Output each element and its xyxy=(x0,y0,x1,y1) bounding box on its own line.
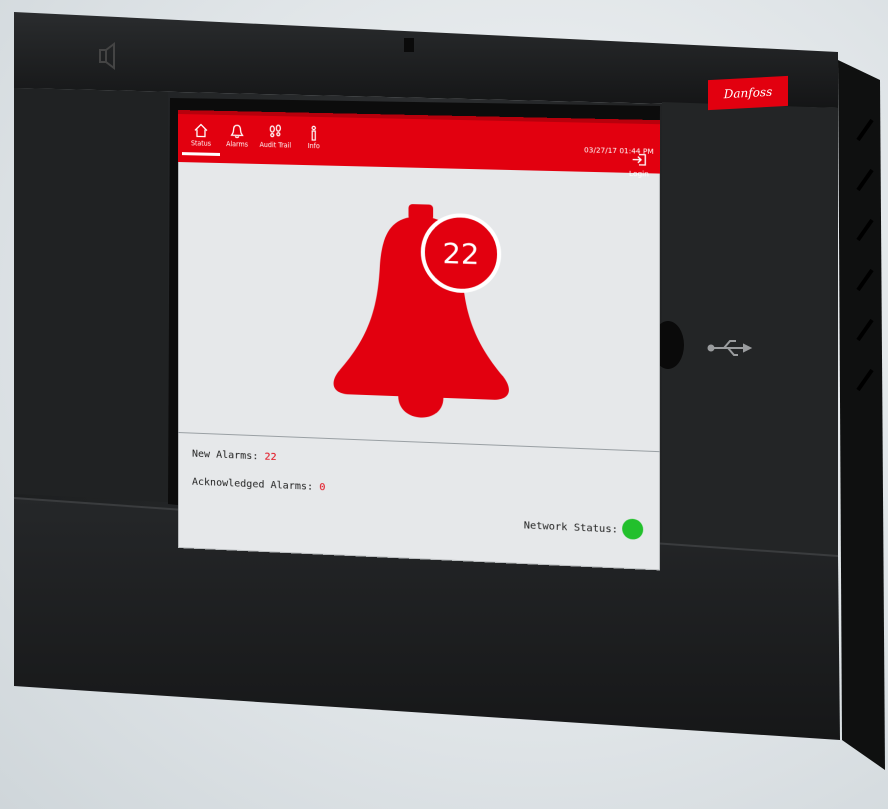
info-icon xyxy=(306,125,322,141)
acknowledged-alarms-row: Acknowledged Alarms: 0 xyxy=(191,476,326,494)
top-nav-bar: Status Alarms Audit Trail Info 03/27/17 … xyxy=(178,110,661,178)
login-button[interactable]: Login xyxy=(626,150,651,178)
danfoss-logo: Danfoss xyxy=(708,75,788,111)
acknowledged-alarms-value: 0 xyxy=(319,481,326,494)
home-icon xyxy=(194,123,208,138)
new-alarms-value: 22 xyxy=(264,451,277,464)
new-alarms-row: New Alarms: 22 xyxy=(191,448,277,464)
nav-status[interactable]: Status xyxy=(184,122,218,148)
touch-screen: Status Alarms Audit Trail Info 03/27/17 … xyxy=(178,110,661,571)
nav-audit-trail[interactable]: Audit Trail xyxy=(258,124,292,150)
bell-icon xyxy=(229,124,243,138)
network-status-label: Network Status: xyxy=(523,520,618,536)
network-status-indicator xyxy=(622,518,644,540)
controller-device: Danfoss Status Alarms Audit Trail Info 0… xyxy=(0,0,888,809)
footprints-icon xyxy=(267,124,283,140)
divider xyxy=(178,432,661,453)
nav-alarms[interactable]: Alarms xyxy=(220,123,254,149)
login-icon xyxy=(632,153,647,166)
nav-info[interactable]: Info xyxy=(297,125,331,151)
